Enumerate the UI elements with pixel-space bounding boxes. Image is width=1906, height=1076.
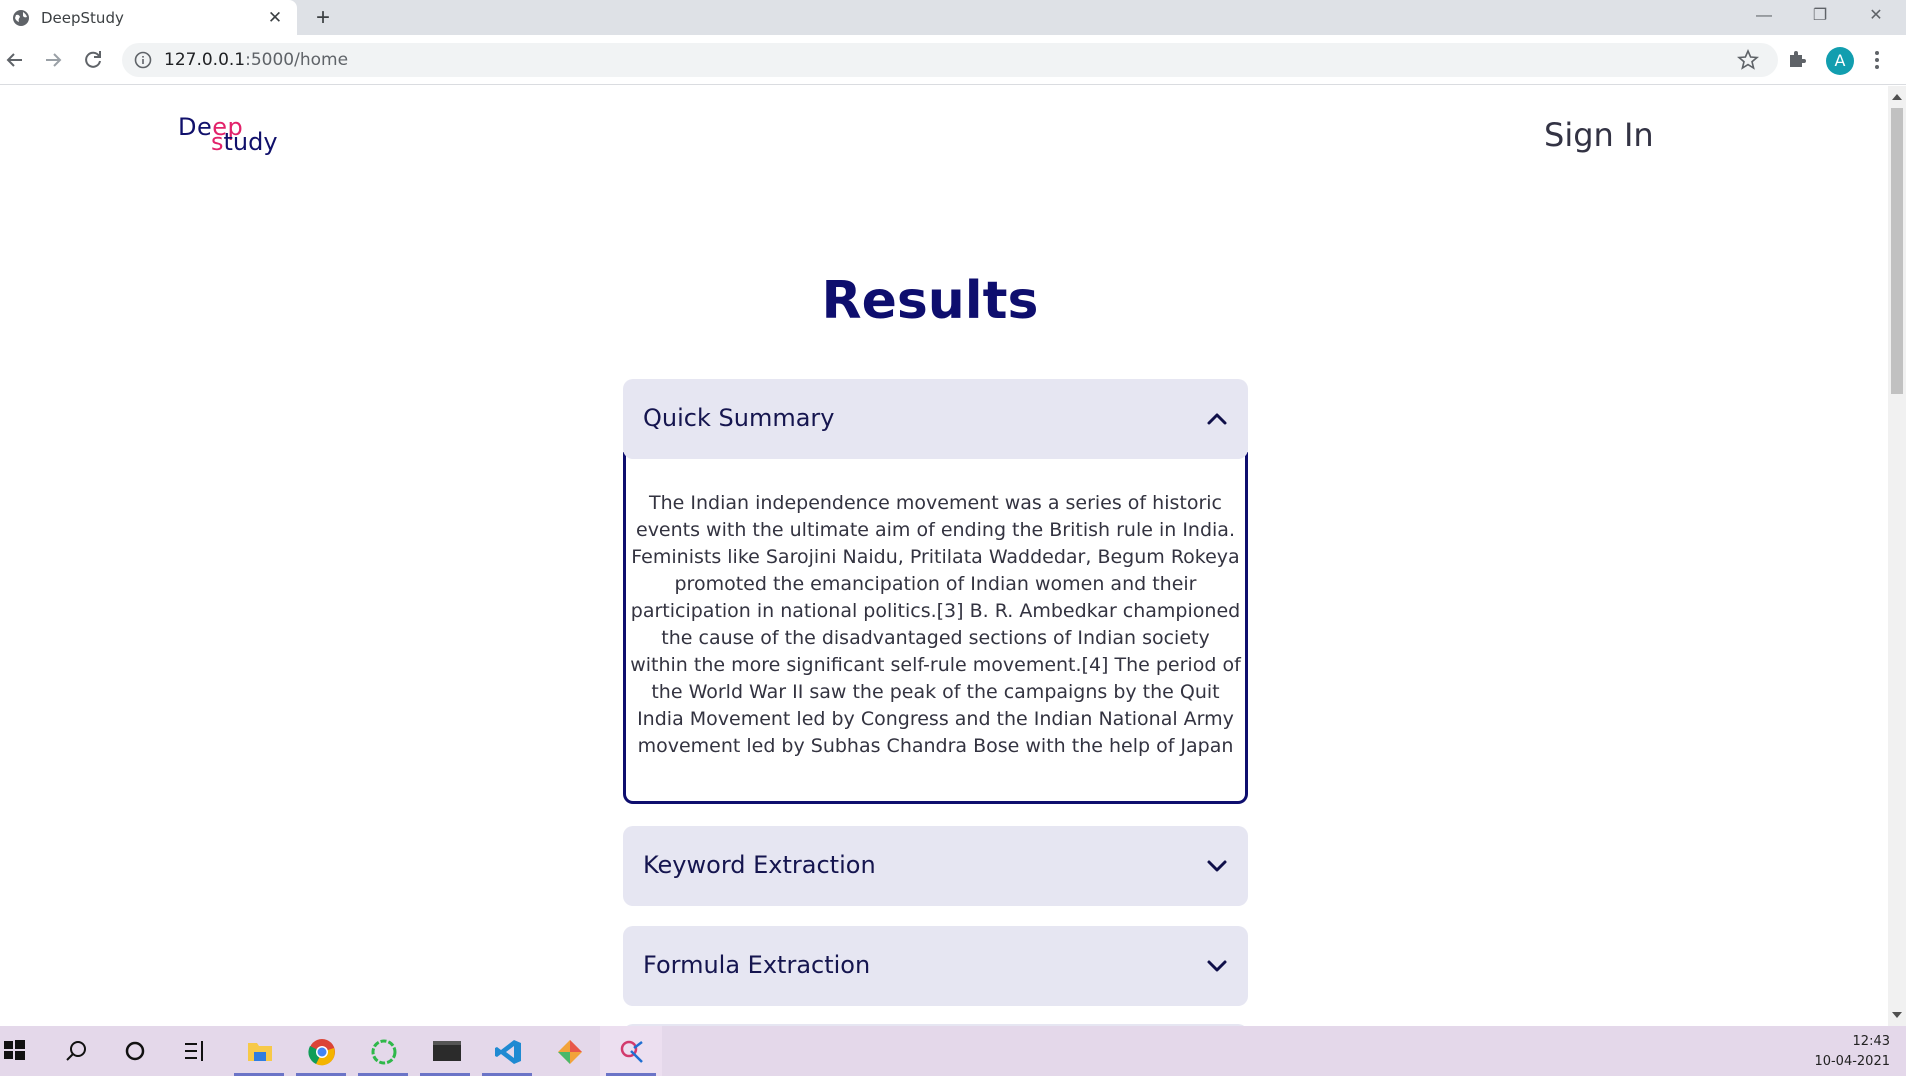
scroll-up-arrow-icon[interactable] — [1892, 94, 1902, 100]
clock-date: 10-04-2021 — [1814, 1054, 1890, 1069]
info-icon[interactable] — [134, 51, 152, 69]
chrome-icon[interactable] — [290, 1026, 352, 1076]
page-scrollbar[interactable] — [1888, 86, 1906, 1026]
browser-tab-bar: DeepStudy ✕ + — ❐ ✕ — [0, 0, 1906, 35]
logo-text-de: De — [178, 113, 213, 141]
accordion-panel: The Indian independence movement was a s… — [623, 452, 1248, 804]
minimize-icon[interactable]: — — [1736, 0, 1792, 35]
avatar[interactable]: A — [1826, 47, 1854, 75]
accordion-formula-extraction: Formula Extraction — [623, 926, 1248, 1006]
task-view-icon[interactable] — [166, 1026, 228, 1076]
accordion-header[interactable]: Keyword Extraction — [623, 826, 1248, 906]
back-icon[interactable] — [0, 45, 30, 75]
scrollbar-thumb[interactable] — [1891, 108, 1903, 394]
search-icon[interactable] — [46, 1026, 108, 1076]
close-icon[interactable]: ✕ — [265, 8, 285, 28]
loading-app-icon[interactable] — [352, 1026, 414, 1076]
git-app-icon[interactable] — [538, 1026, 600, 1076]
accordion-header[interactable]: Formula Extraction — [623, 926, 1248, 1006]
summary-text: The Indian independence movement was a s… — [630, 492, 1241, 757]
browser-toolbar: 127.0.0.1:5000/home A — [0, 35, 1906, 85]
accordion-label: Formula Extraction — [643, 951, 871, 979]
system-clock[interactable]: 12:43 10-04-2021 — [1814, 1032, 1890, 1072]
sign-in-link[interactable]: Sign In — [1544, 116, 1654, 154]
chevron-down-icon[interactable] — [1204, 953, 1230, 979]
logo-line2: study — [211, 128, 278, 156]
vscode-icon[interactable] — [476, 1026, 538, 1076]
kebab-menu-icon[interactable] — [1868, 47, 1886, 73]
window-close-icon[interactable]: ✕ — [1848, 0, 1904, 35]
accordion-keyword-extraction: Keyword Extraction — [623, 826, 1248, 906]
reload-icon[interactable] — [78, 45, 108, 75]
accordion-quick-summary: The Indian independence movement was a s… — [623, 379, 1248, 804]
browser-tab[interactable]: DeepStudy ✕ — [0, 0, 297, 35]
chevron-up-icon[interactable] — [1204, 406, 1230, 432]
logo-text-s: s — [211, 128, 224, 156]
url-host: 127.0.0.1 — [164, 50, 246, 70]
page-viewport: Deep study Sign In Results The Indian in… — [0, 86, 1888, 1026]
tab-title: DeepStudy — [41, 9, 124, 27]
accordion-label: Keyword Extraction — [643, 851, 876, 879]
page-title: Results — [821, 271, 1039, 331]
forward-icon[interactable] — [38, 45, 68, 75]
url-path: :5000/home — [245, 50, 349, 70]
accordion-label: Quick Summary — [643, 404, 835, 432]
restore-icon[interactable]: ❐ — [1792, 0, 1848, 35]
scroll-down-arrow-icon[interactable] — [1892, 1012, 1902, 1018]
star-icon[interactable] — [1737, 49, 1759, 71]
puzzle-icon[interactable] — [1786, 48, 1808, 70]
taskbar: 12:43 10-04-2021 — [0, 1026, 1906, 1076]
snipping-tool-icon[interactable] — [600, 1026, 662, 1076]
logo-text-tudy: tudy — [223, 128, 278, 156]
plus-icon[interactable]: + — [310, 6, 336, 32]
address-bar[interactable]: 127.0.0.1:5000/home — [122, 43, 1778, 77]
accordion-header[interactable]: Quick Summary — [623, 379, 1248, 459]
chevron-down-icon[interactable] — [1204, 853, 1230, 879]
clock-time: 12:43 — [1852, 1034, 1890, 1049]
file-explorer-icon[interactable] — [228, 1026, 290, 1076]
logo[interactable]: Deep study — [178, 113, 288, 157]
url-text[interactable]: 127.0.0.1:5000/home — [164, 50, 348, 70]
terminal-icon[interactable] — [414, 1026, 476, 1076]
globe-icon — [13, 10, 29, 26]
cortana-icon[interactable] — [108, 1026, 170, 1076]
